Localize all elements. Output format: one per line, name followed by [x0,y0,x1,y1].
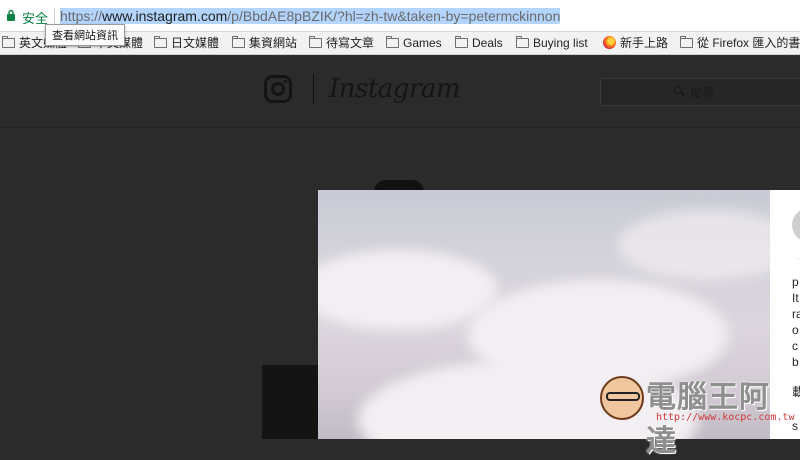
url-selection: https://www.instagram.com/p/BbdAE8pBZIK/… [60,8,561,24]
instagram-wordmark[interactable]: Instagram [329,74,461,104]
watermark-url: http://www.kocpc.com.tw [656,412,795,423]
bookmark-label: Games [403,36,442,50]
panel-divider [796,258,800,259]
folder-icon [455,36,468,48]
lock-icon[interactable] [6,9,16,21]
post-thumbnail [262,365,320,439]
bookmark-label: 待寫文章 [326,36,375,50]
folder-icon [680,36,693,48]
url-field[interactable]: https://www.instagram.com/p/BbdAE8pBZIK/… [60,7,561,25]
author-avatar[interactable] [792,208,800,242]
instagram-header: Instagram 搜尋 [0,55,800,128]
folder-icon [2,36,15,48]
bookmark-item[interactable]: 從 Firefox 匯入的書 [680,35,800,51]
search-placeholder: 搜尋 [690,86,715,100]
folder-icon [309,36,322,48]
bookmark-label: 從 Firefox 匯入的書 [697,36,800,50]
caption-fragment: b [792,355,799,369]
folder-icon [154,36,167,48]
caption-fragment: It [792,291,799,305]
caption-fragment: p [792,275,799,289]
url-path: /p/BbdAE8pBZIK/?hl=zh-tw&taken-by=peterm… [227,8,561,24]
watermark: 電腦王阿達 http://www.kocpc.com.tw [600,372,800,458]
instagram-camera-icon[interactable] [264,75,292,103]
bookmark-label: Deals [472,36,503,50]
bookmark-item[interactable]: 日文媒體 [154,35,219,51]
photo-cloud [318,250,498,330]
url-scheme: https:// [60,8,103,24]
address-separator [54,8,55,24]
url-host: www.instagram.com [102,8,228,24]
header-divider [313,74,314,104]
photo-cloud [618,210,770,280]
search-icon [674,86,682,94]
firefox-icon [603,36,616,49]
caption-fragment: c [792,339,798,353]
search-input[interactable]: 搜尋 [600,78,800,106]
bookmark-label: 集資網站 [249,36,298,50]
bookmark-item[interactable]: 待寫文章 [309,35,374,51]
caption-fragment: o [792,323,799,337]
mascot-face-icon [600,376,644,420]
site-info-tooltip: 查看網站資訊 [45,24,125,46]
bookmark-item[interactable]: Games [386,35,442,51]
bookmark-label: Buying list [533,36,588,50]
bookmark-item[interactable]: 新手上路 [603,35,668,51]
caption-fragment: ra [792,307,800,321]
bookmark-label: 日文媒體 [171,36,220,50]
folder-icon [386,36,399,48]
folder-icon [516,36,529,48]
bookmark-label: 新手上路 [620,36,669,50]
folder-icon [232,36,245,48]
bookmark-item[interactable]: Buying list [516,35,588,51]
bookmark-item[interactable]: 集資網站 [232,35,297,51]
bookmark-item[interactable]: Deals [455,35,503,51]
